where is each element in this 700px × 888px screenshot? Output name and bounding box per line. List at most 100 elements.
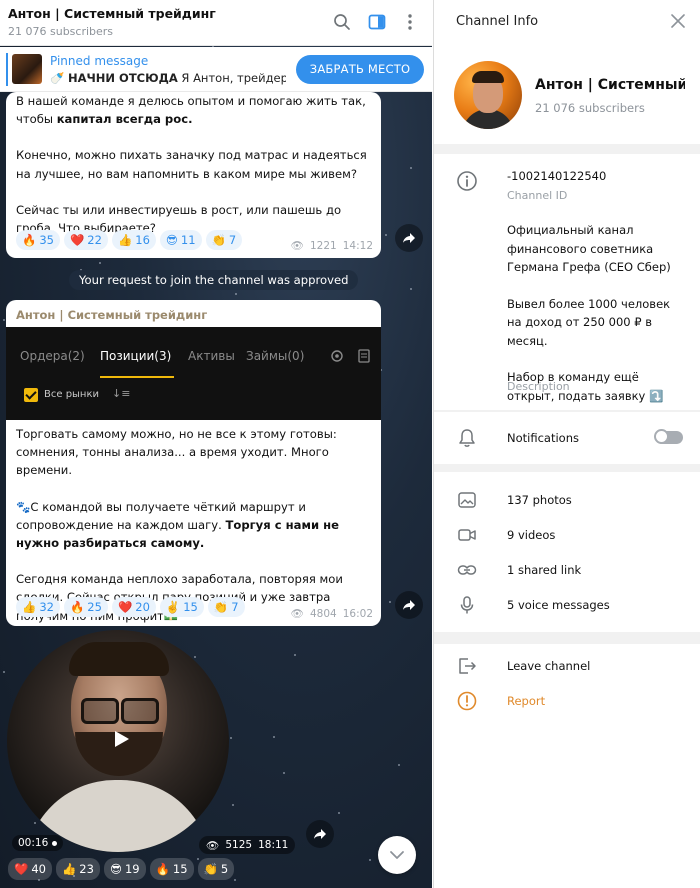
background-star <box>389 601 391 603</box>
background-star <box>410 167 412 169</box>
background-star <box>410 288 412 290</box>
reaction-emoji: 😎 <box>165 233 178 247</box>
claim-spot-button[interactable]: ЗАБРАТЬ МЕСТО <box>296 55 424 84</box>
share-button[interactable] <box>395 224 423 252</box>
reaction-emoji: 👍 <box>117 233 133 247</box>
media-videos[interactable]: 9 videos <box>507 528 555 542</box>
reaction-chip[interactable]: 👏 5 <box>197 858 235 880</box>
description-label: Description <box>507 380 570 393</box>
reaction-emoji: 🔥 <box>22 233 37 247</box>
reaction-chip[interactable]: 🔥 25 <box>63 597 108 617</box>
search-icon[interactable] <box>332 12 352 32</box>
reaction-count: 23 <box>79 862 94 876</box>
reaction-chip[interactable]: 👍 16 <box>111 230 156 250</box>
views-count: 1221 <box>310 239 337 252</box>
message-image[interactable]: Ордера(2) Позиции(3) Активы Займы(0) Все ры… <box>6 327 381 420</box>
screenshot-tab: Ордера(2) <box>20 349 85 363</box>
reaction-emoji: 👏 <box>213 600 229 614</box>
pinned-thumbnail <box>12 54 42 84</box>
pinned-emoji: 🍼 <box>50 71 65 85</box>
reaction-chip[interactable]: 😎 19 <box>103 858 146 880</box>
reaction-emoji: 😎 <box>109 862 122 876</box>
play-icon[interactable] <box>115 731 129 747</box>
reaction-chip[interactable]: 😎 11 <box>159 230 202 250</box>
microphone-icon <box>460 596 474 614</box>
chat-header[interactable]: Антон | Системный трейдинг 21 076 subscr… <box>0 0 432 46</box>
video-icon <box>458 529 476 541</box>
reaction-chip[interactable]: 👍 32 <box>16 597 60 617</box>
reaction-count: 7 <box>231 600 239 614</box>
pinned-bold-text: НАЧНИ ОТСЮДА <box>67 71 178 85</box>
channel-id[interactable]: -1002140122540 <box>507 169 606 183</box>
panel-title: Channel Info <box>456 14 539 29</box>
avatar[interactable] <box>454 61 522 129</box>
more-options-icon[interactable] <box>400 12 420 32</box>
reaction-count: 22 <box>87 233 102 247</box>
media-voice[interactable]: 5 voice messages <box>507 598 610 612</box>
leave-channel-button[interactable]: Leave channel <box>507 659 590 673</box>
views-count: 5125 <box>225 839 253 851</box>
share-icon <box>314 829 326 839</box>
pinned-rest-text: Я Антон, трейдер... <box>181 71 286 85</box>
message-text: Торговать самому можно, но не все к этом… <box>6 425 381 625</box>
chat-subscribers: 21 076 subscribers <box>8 25 114 38</box>
message-bubble[interactable]: Антон | Системный трейдинг Ордера(2) Пози… <box>6 300 381 626</box>
background-star <box>369 859 371 861</box>
paragraph-bold-text: капитал всегда рос. <box>56 112 193 127</box>
message-time: 18:11 <box>258 839 289 851</box>
reaction-count: 32 <box>39 600 54 614</box>
share-button[interactable] <box>306 820 334 848</box>
pinned-indicator <box>6 53 8 86</box>
reactions-row: 👍 32 🔥 25 ❤️ 20 ✌️ 15 👏 7 <box>16 597 245 617</box>
views-icon: 👁 <box>206 839 220 852</box>
reaction-chip[interactable]: 👏 7 <box>205 230 243 250</box>
reaction-count: 16 <box>135 233 150 247</box>
background-star <box>234 879 236 881</box>
message-meta: 👁 4804 16:02 <box>291 607 373 621</box>
reaction-count: 7 <box>228 233 237 247</box>
notifications-label[interactable]: Notifications <box>507 431 579 445</box>
message-bubble[interactable]: В нашей команде я делюсь опытом и помога… <box>6 92 381 258</box>
description-paragraph: Вывел более 1000 человек на доход от 250… <box>507 296 671 348</box>
info-icon <box>457 171 477 191</box>
media-links[interactable]: 1 shared link <box>507 563 581 577</box>
scroll-down-button[interactable] <box>378 836 416 874</box>
background-star <box>235 293 237 295</box>
background-star <box>283 772 285 774</box>
reaction-chip[interactable]: 🔥 15 <box>149 858 194 880</box>
notifications-toggle[interactable] <box>654 429 683 444</box>
views-icon: 👁 <box>290 240 304 252</box>
reaction-chip[interactable]: 🔥 35 <box>16 230 60 250</box>
description-paragraph: Официальный канал финансового советника … <box>507 223 671 274</box>
close-icon[interactable] <box>671 14 685 28</box>
reaction-chip[interactable]: ❤️ 20 <box>111 597 156 617</box>
paragraph-text: Конечно, можно пихать заначку под матрас… <box>16 148 367 181</box>
reaction-chip[interactable]: ❤️ 22 <box>63 230 108 250</box>
reaction-chip[interactable]: 👏 7 <box>207 597 245 617</box>
background-star <box>99 262 101 264</box>
reaction-emoji: ✌️ <box>165 600 181 614</box>
actions-section: Leave channel Report <box>434 644 700 888</box>
reaction-count: 15 <box>172 862 188 876</box>
screenshot-tab: Займы(0) <box>246 349 305 363</box>
reaction-chip[interactable]: ❤️ 40 <box>8 858 52 880</box>
chat-title[interactable]: Антон | Системный трейдинг <box>8 6 216 21</box>
reaction-emoji: 👍 <box>61 862 77 876</box>
channel-description[interactable]: Официальный канал финансового советника … <box>507 221 687 405</box>
screenshot-active-underline <box>100 376 174 378</box>
unread-dot-icon <box>52 840 58 846</box>
media-photos[interactable]: 137 photos <box>507 493 572 507</box>
share-button[interactable] <box>395 591 423 619</box>
reaction-chip[interactable]: ✌️ 15 <box>159 597 204 617</box>
background-star <box>398 764 400 766</box>
background-star <box>232 804 234 806</box>
sidebar-toggle-icon[interactable] <box>367 12 387 32</box>
reaction-emoji: ❤️ <box>14 862 29 876</box>
video-message[interactable] <box>7 630 229 852</box>
video-person-hair <box>69 642 169 676</box>
reaction-chip[interactable]: 👍 23 <box>55 858 100 880</box>
chat-area: Антон | Системный трейдинг 21 076 subscr… <box>0 0 432 888</box>
message-author[interactable]: Антон | Системный трейдинг <box>16 308 207 322</box>
chevron-down-icon <box>390 851 404 859</box>
report-button[interactable]: Report <box>507 694 545 708</box>
